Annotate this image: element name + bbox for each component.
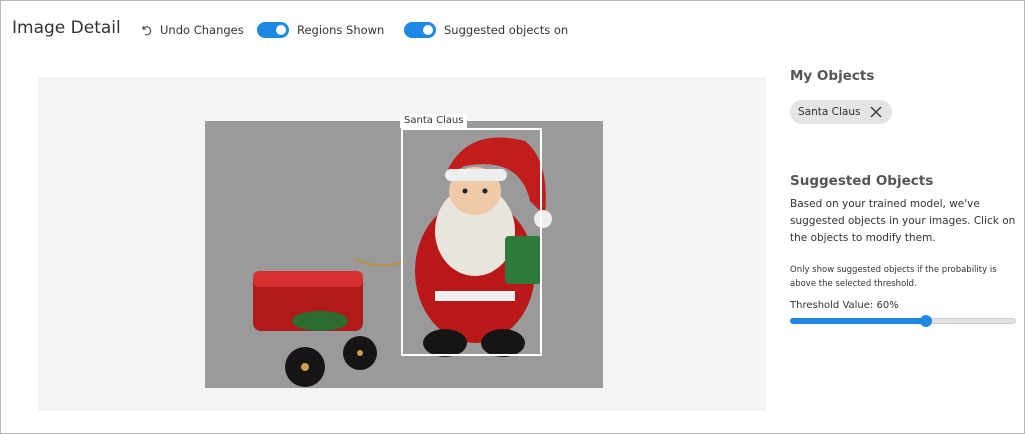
suggested-objects-label: Suggested objects on bbox=[444, 23, 569, 37]
region-tag-label[interactable]: Santa Claus bbox=[400, 114, 468, 128]
image-panel: Santa Claus bbox=[38, 77, 766, 411]
regions-shown-label: Regions Shown bbox=[297, 23, 385, 37]
slider-fill bbox=[790, 318, 926, 324]
undo-changes-button[interactable]: Undo Changes bbox=[140, 23, 244, 37]
slider-thumb[interactable] bbox=[920, 315, 932, 327]
object-tag-chip[interactable]: Santa Claus bbox=[790, 100, 893, 124]
threshold-value-label: Threshold Value: 60% bbox=[790, 300, 899, 311]
threshold-note: Only show suggested objects if the proba… bbox=[790, 265, 997, 289]
suggested-objects-switch[interactable] bbox=[404, 22, 436, 38]
santa-photo bbox=[205, 121, 603, 388]
my-objects-title: My Objects bbox=[790, 68, 875, 84]
suggested-objects-toggle[interactable]: Suggested objects on bbox=[404, 22, 568, 38]
object-tag-label: Santa Claus bbox=[798, 106, 861, 118]
undo-icon bbox=[142, 26, 152, 36]
regions-shown-toggle[interactable]: Regions Shown bbox=[257, 22, 384, 38]
suggested-objects-description: Based on your trained model, we've sugge… bbox=[790, 198, 1016, 244]
suggested-objects-title: Suggested Objects bbox=[790, 173, 934, 189]
regions-shown-switch[interactable] bbox=[257, 22, 289, 38]
threshold-slider[interactable] bbox=[790, 315, 1016, 327]
undo-changes-label: Undo Changes bbox=[160, 23, 244, 37]
santa-claus-region-box[interactable] bbox=[401, 128, 542, 356]
close-icon[interactable] bbox=[870, 106, 882, 118]
page-title: Image Detail bbox=[12, 18, 121, 38]
